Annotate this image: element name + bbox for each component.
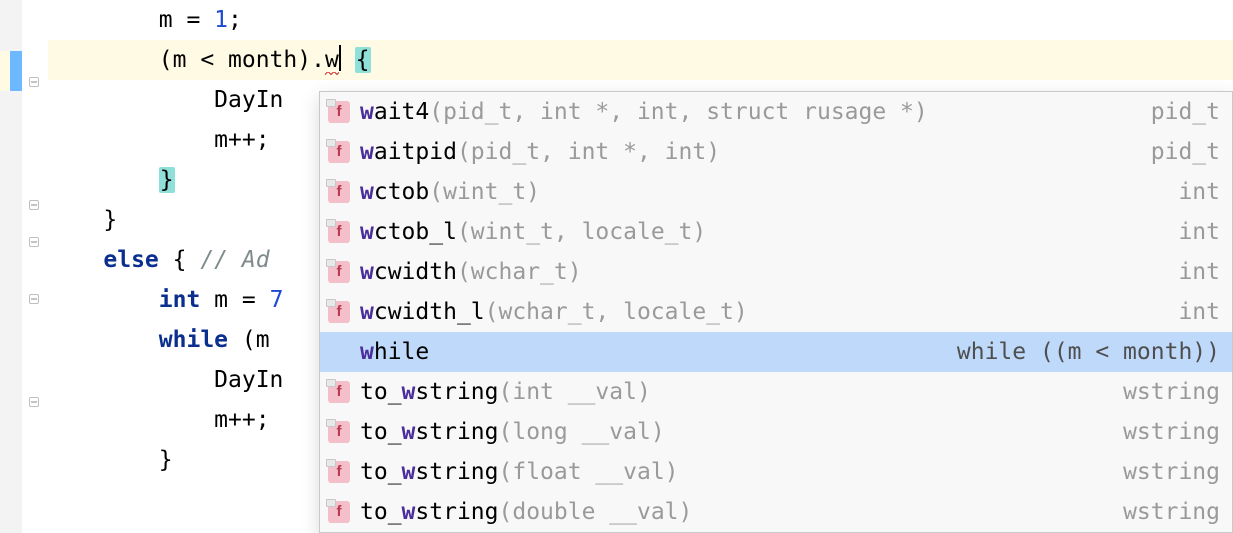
completion-item[interactable]: fwctob(wint_t) int [320,172,1232,212]
completion-return-type: pid_t [1151,132,1220,172]
completion-name: wait4 [360,92,429,132]
completion-name: wctob_l [360,212,457,252]
completion-params: (pid_t, int *, int, struct rusage *) [429,92,928,132]
completion-name: while [360,332,429,372]
keyword-icon [328,341,350,363]
completion-item[interactable]: while while ((m < month)) [320,332,1232,372]
fold-marker-icon[interactable] [29,397,39,407]
typed-text: w [325,47,339,75]
function-icon: f [328,421,350,443]
completion-params: (pid_t, int *, int) [457,132,720,172]
completion-return-type: pid_t [1151,92,1220,132]
autocomplete-popup[interactable]: f wait4(pid_t, int *, int, struct rusage … [319,91,1233,533]
completion-name: wcwidth [360,252,457,292]
function-icon: f [328,301,350,323]
completion-params: (wchar_t, locale_t) [485,292,748,332]
completion-params: (wint_t) [429,172,540,212]
completion-return-type: while ((m < month)) [957,332,1220,372]
completion-params: (wchar_t) [457,252,582,292]
completion-params: (long __val) [499,412,665,452]
completion-return-type: int [1178,292,1220,332]
completion-name: to_wstring [360,452,499,492]
fold-marker-icon[interactable] [29,200,39,210]
completion-name: wctob [360,172,429,212]
completion-name: waitpid [360,132,457,172]
code-line-active[interactable]: (m < month).w { [48,40,1233,80]
completion-name: wcwidth_l [360,292,485,332]
completion-params: (double __val) [499,492,693,532]
completion-return-type: wstring [1123,372,1220,412]
completion-name: to_wstring [360,492,499,532]
completion-name: to_wstring [360,412,499,452]
completion-item[interactable]: f wctob_l(wint_t, locale_t) int [320,212,1232,252]
fold-marker-icon[interactable] [29,77,39,87]
completion-return-type: int [1178,212,1220,252]
completion-params: (float __val) [499,452,679,492]
completion-params: (int __val) [499,372,651,412]
fold-marker-icon[interactable] [29,294,39,304]
completion-item[interactable]: f to_wstring(int __val) wstring [320,372,1232,412]
completion-return-type: wstring [1123,452,1220,492]
completion-item[interactable]: f wcwidth_l(wchar_t, locale_t) int [320,292,1232,332]
function-icon: f [328,101,350,123]
completion-item[interactable]: f waitpid(pid_t, int *, int) pid_t [320,132,1232,172]
function-icon: f [328,381,350,403]
completion-return-type: wstring [1123,492,1220,532]
function-icon: f [328,461,350,483]
code-line[interactable]: m = 1; [48,0,1233,40]
completion-item[interactable]: f to_wstring(double __val) wstring [320,492,1232,532]
completion-return-type: int [1178,172,1220,212]
text-caret [339,45,341,71]
completion-params: (wint_t, locale_t) [457,212,706,252]
function-icon: f [328,261,350,283]
completion-item[interactable]: f to_wstring(float __val) wstring [320,452,1232,492]
completion-return-type: int [1178,252,1220,292]
brace-highlight: } [159,167,175,193]
fold-marker-icon[interactable] [29,237,39,247]
completion-item[interactable]: f wait4(pid_t, int *, int, struct rusage … [320,92,1232,132]
completion-item[interactable]: f to_wstring(long __val) wstring [320,412,1232,452]
function-icon: f [328,181,350,203]
completion-return-type: wstring [1123,412,1220,452]
function-icon: f [328,221,350,243]
function-icon: f [328,141,350,163]
change-marker [10,51,22,91]
editor-area[interactable]: m = 1; (m < month).w { DayIn m++; } } el… [0,0,1233,533]
completion-name: to_wstring [360,372,499,412]
brace-highlight: { [355,47,371,73]
completion-item[interactable]: f wcwidth(wchar_t) int [320,252,1232,292]
function-icon: f [328,501,350,523]
